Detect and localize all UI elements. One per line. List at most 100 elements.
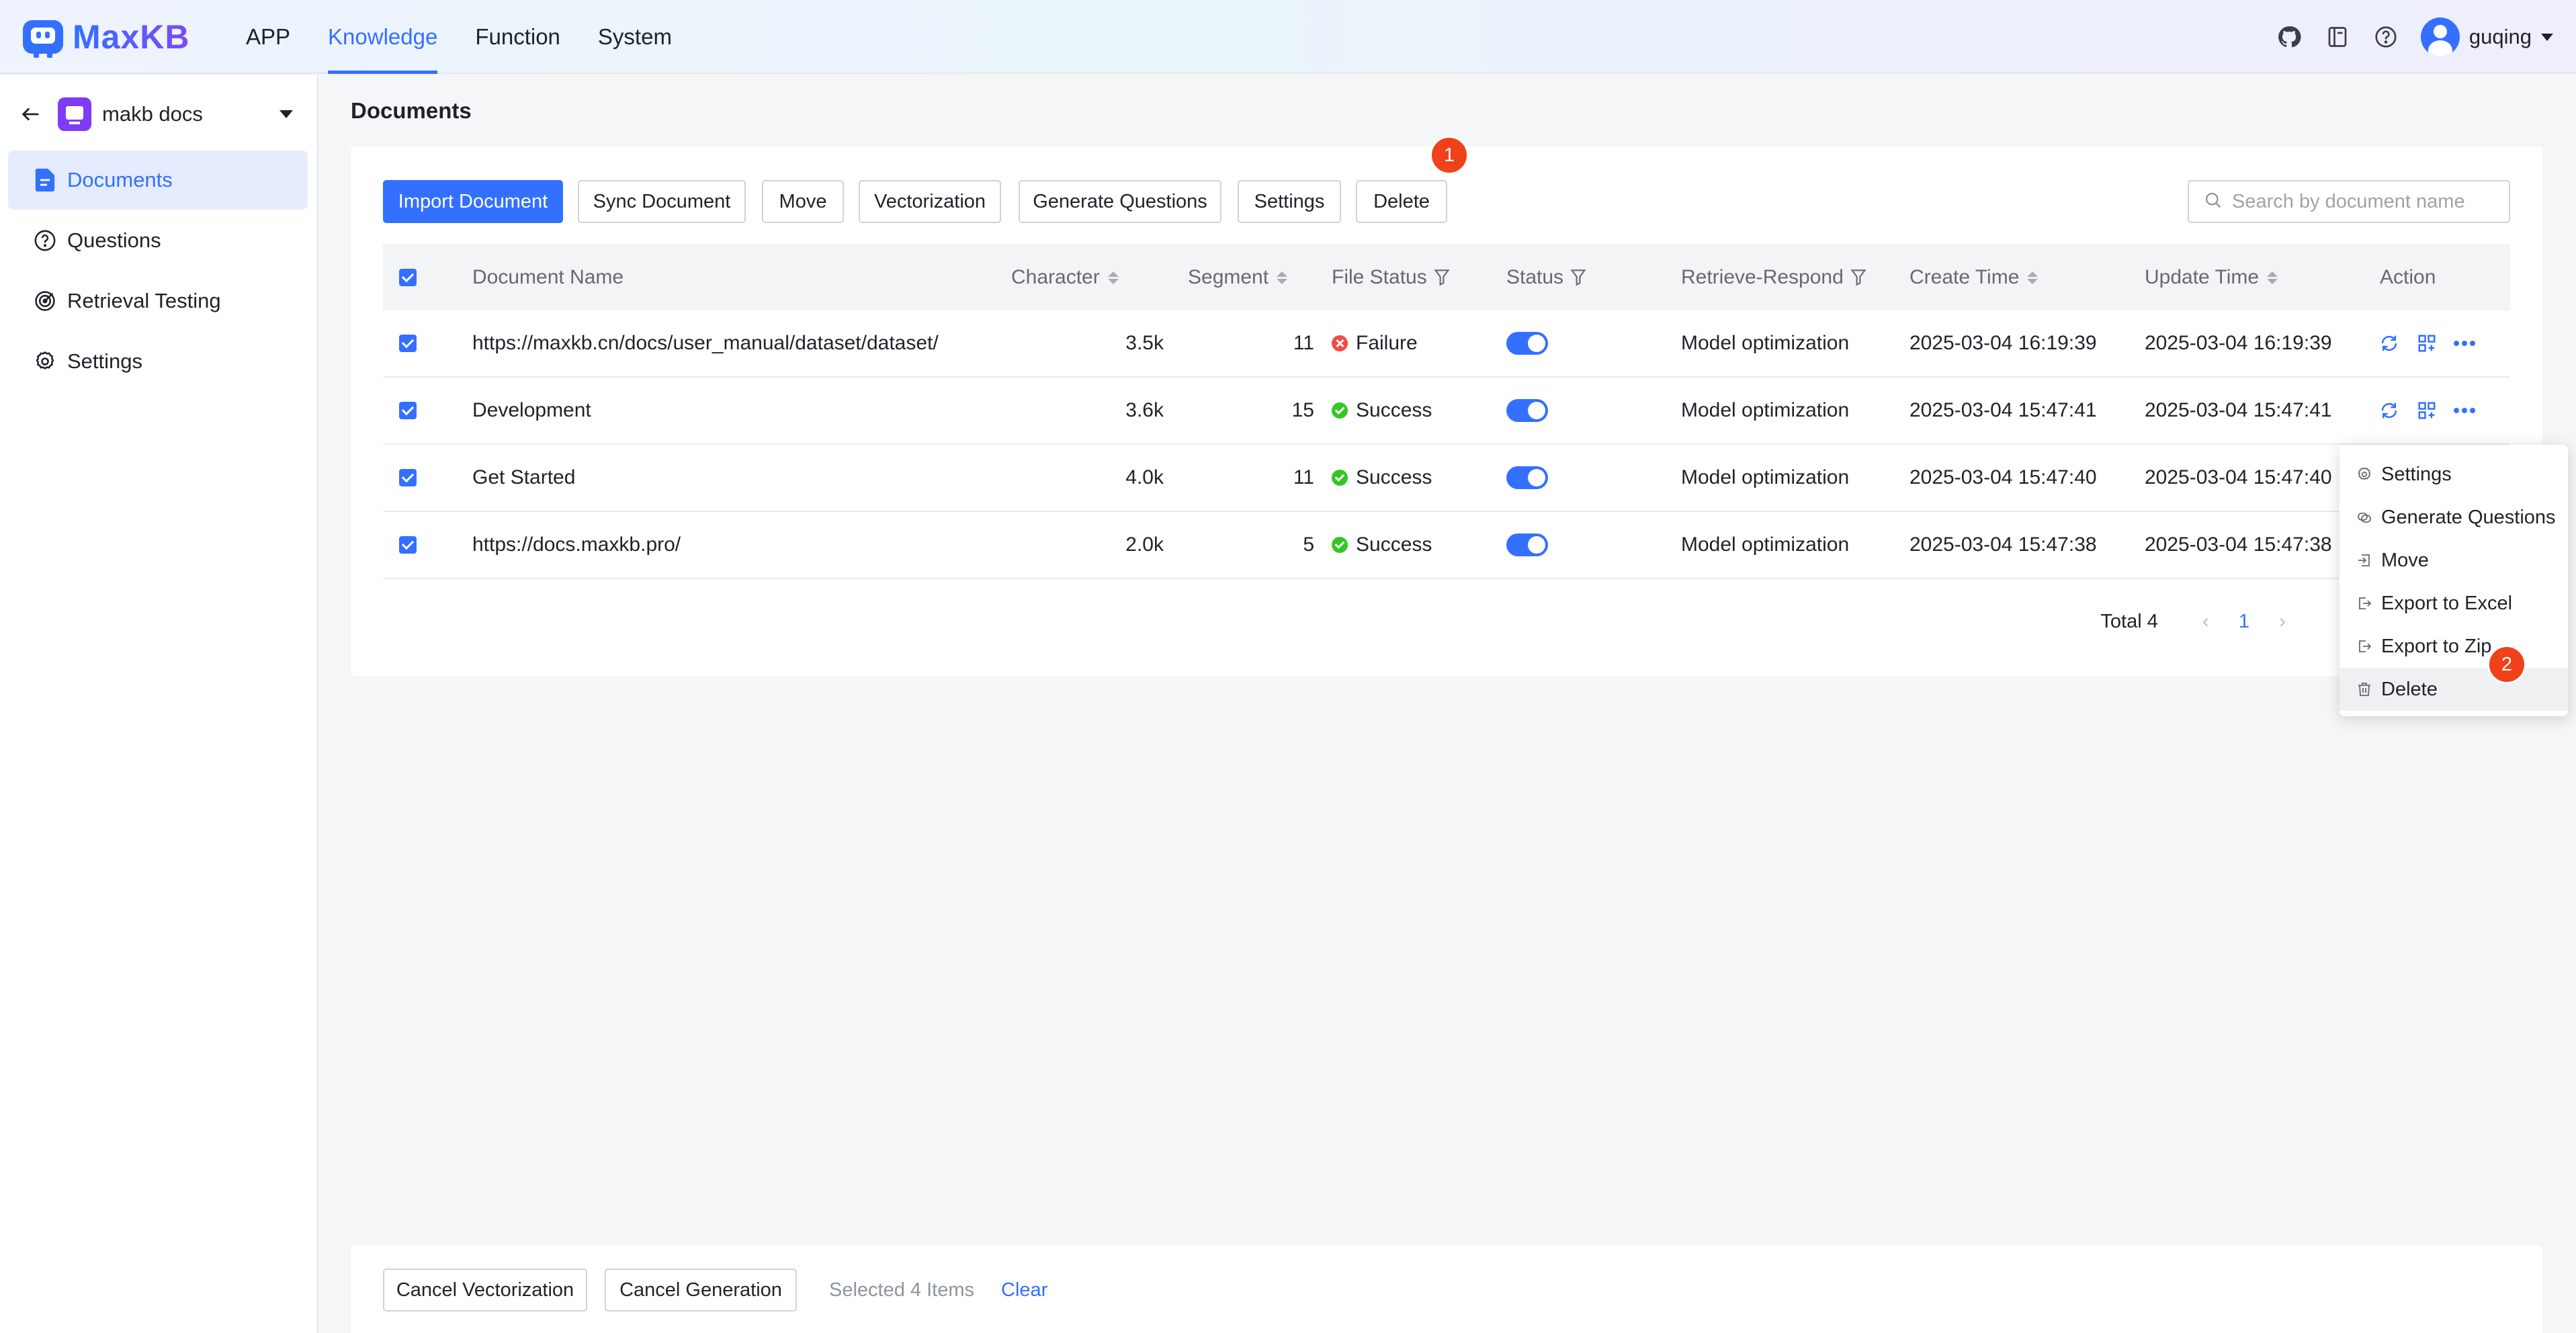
update-time: 2025-03-04 15:47:41 [2145,399,2332,421]
github-icon[interactable] [2276,24,2303,50]
table-row[interactable]: Get Started 4.0k 11 Success Model optimi… [383,445,2510,512]
filter-icon[interactable] [1434,269,1450,286]
document-name[interactable]: https://docs.maxkb.pro/ [472,512,681,578]
gear-icon [2356,466,2373,483]
vectorization-button[interactable]: Vectorization [859,180,1001,223]
row-checkbox[interactable] [399,402,417,419]
search-box[interactable] [2188,180,2510,223]
more-icon[interactable] [2452,398,2477,423]
generate-questions-button[interactable]: Generate Questions [1019,180,1221,223]
sidebar-item-retrieval-testing[interactable]: Retrieval Testing [8,271,308,331]
filter-icon[interactable] [1850,269,1866,286]
status-toggle[interactable] [1506,466,1548,489]
success-icon [1332,537,1348,553]
chevron-down-icon[interactable] [280,110,293,118]
sort-icon[interactable] [1107,271,1119,284]
sidebar-item-label: Retrieval Testing [67,289,221,312]
row-checkbox[interactable] [399,335,417,352]
header-file-status[interactable]: File Status [1332,245,1450,310]
status-toggle[interactable] [1506,332,1548,355]
update-time: 2025-03-04 15:47:40 [2145,466,2332,488]
table-header: Document Name Character Segment File Sta… [383,245,2510,310]
back-arrow-icon[interactable] [17,101,44,128]
status-toggle[interactable] [1506,533,1548,556]
segment-count: 11 [1293,466,1314,488]
search-input[interactable] [2232,190,2501,213]
more-icon[interactable] [2452,331,2477,355]
table-row[interactable]: https://docs.maxkb.pro/ 2.0k 5 Success M… [383,512,2510,579]
menu-item-export-zip[interactable]: Export to Zip [2339,625,2568,668]
cancel-generation-button[interactable]: Cancel Generation [605,1268,797,1312]
row-checkbox[interactable] [399,536,417,554]
create-time: 2025-03-04 16:19:39 [1909,332,2097,354]
book-icon[interactable] [2324,24,2351,50]
retrieve-respond: Model optimization [1681,399,1850,421]
table-row[interactable]: https://maxkb.cn/docs/user_manual/datase… [383,310,2510,378]
header-status[interactable]: Status [1506,245,1586,310]
sidebar-item-questions[interactable]: Questions [8,211,308,270]
document-name[interactable]: https://maxkb.cn/docs/user_manual/datase… [472,310,939,376]
settings-button[interactable]: Settings [1238,180,1341,223]
logo[interactable]: MaxKB [23,17,189,58]
character-count: 3.5k [1125,332,1164,354]
segment-icon[interactable] [2415,398,2439,423]
retrieve-respond: Model optimization [1681,533,1850,556]
sidebar-item-settings[interactable]: Settings [8,332,308,391]
status-toggle[interactable] [1506,399,1548,422]
sync-document-button[interactable]: Sync Document [578,180,746,223]
delete-button[interactable]: Delete [1356,180,1447,223]
step-badge: 2 [2487,645,2526,684]
header-retrieve-respond[interactable]: Retrieve-Respond [1681,245,1866,310]
user-menu-caret-icon[interactable] [2541,33,2553,41]
document-name[interactable]: Development [472,378,591,443]
knowledge-selector[interactable]: makb docs [17,94,300,134]
table-row[interactable]: Development 3.6k 15 Success Model optimi… [383,378,2510,445]
nav-knowledge[interactable]: Knowledge [328,0,438,74]
menu-item-settings[interactable]: Settings [2339,453,2568,496]
refresh-icon[interactable] [2377,398,2401,423]
chevron-left-icon[interactable]: ‹ [2202,610,2209,633]
header-update-time[interactable]: Update Time [2145,245,2278,310]
menu-item-export-excel[interactable]: Export to Excel [2339,582,2568,625]
update-time: 2025-03-04 15:47:38 [2145,533,2332,556]
header-create-time[interactable]: Create Time [1909,245,2038,310]
move-button[interactable]: Move [762,180,844,223]
page-number[interactable]: 1 [2239,611,2249,633]
avatar[interactable] [2420,17,2460,56]
username[interactable]: guqing [2469,25,2532,49]
target-icon [32,288,58,314]
header-character[interactable]: Character [1011,245,1119,310]
row-checkbox[interactable] [399,469,417,486]
more-actions-menu: Settings Generate Questions Move Export … [2339,445,2568,716]
refresh-icon[interactable] [2377,331,2401,355]
sort-icon[interactable] [2027,271,2038,284]
nav-function[interactable]: Function [475,0,560,74]
import-document-button[interactable]: Import Document [383,180,563,223]
nav-app[interactable]: APP [246,0,290,74]
documents-table: Document Name Character Segment File Sta… [383,245,2510,579]
sort-icon[interactable] [2267,271,2278,284]
retrieve-respond: Model optimization [1681,466,1850,488]
sidebar-item-label: Settings [67,349,143,373]
file-status: Success [1332,445,1432,511]
menu-item-generate-questions[interactable]: Generate Questions [2339,496,2568,539]
cancel-vectorization-button[interactable]: Cancel Vectorization [383,1268,587,1312]
header-segment[interactable]: Segment [1188,245,1288,310]
filter-icon[interactable] [1570,269,1586,286]
menu-item-move[interactable]: Move [2339,539,2568,582]
segment-icon[interactable] [2415,331,2439,355]
sort-icon[interactable] [1277,271,1288,284]
sidebar-item-documents[interactable]: Documents [8,150,308,210]
clear-selection-link[interactable]: Clear [1001,1268,1047,1312]
chevron-right-icon[interactable]: › [2279,610,2286,633]
batch-action-bar: Cancel Vectorization Cancel Generation S… [351,1246,2542,1333]
export-icon [2356,638,2373,655]
document-name[interactable]: Get Started [472,445,575,511]
sidebar: makb docs Documents Questions Retrieval … [0,75,318,1333]
menu-item-delete[interactable]: Delete [2339,668,2568,711]
select-all-checkbox[interactable] [399,269,417,286]
sidebar-item-label: Questions [67,228,161,252]
nav-system[interactable]: System [598,0,672,74]
create-time: 2025-03-04 15:47:40 [1909,466,2097,488]
help-icon[interactable] [2372,24,2399,50]
